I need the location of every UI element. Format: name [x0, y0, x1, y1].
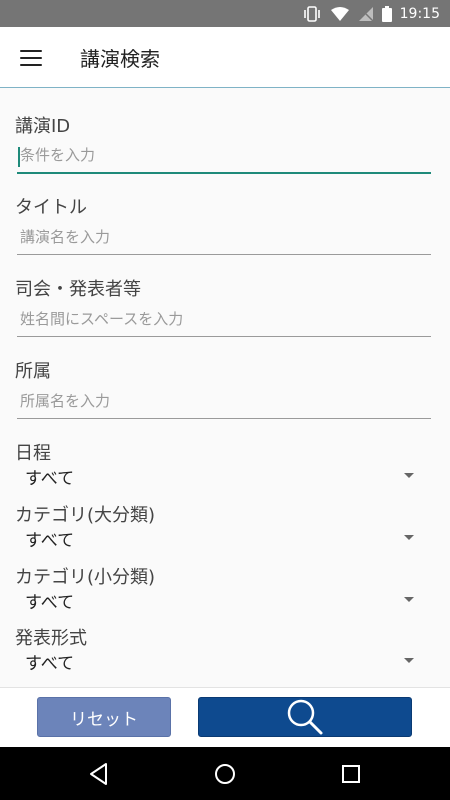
presenter-input[interactable] [17, 303, 431, 337]
presentation-format-select[interactable]: すべて [15, 647, 420, 675]
dropdown-arrow-icon [404, 658, 414, 663]
presentation-format-selected-value: すべて [25, 654, 75, 674]
back-icon[interactable] [86, 761, 112, 787]
status-time: 19:15 [399, 5, 440, 22]
search-button[interactable] [198, 697, 412, 737]
dropdown-arrow-icon [404, 535, 414, 540]
wifi-icon [330, 6, 349, 21]
dropdown-arrow-icon [404, 597, 414, 602]
search-icon [287, 699, 323, 735]
hamburger-menu-icon[interactable] [18, 45, 44, 71]
category-minor-select[interactable]: すべて [15, 586, 420, 614]
lecture-id-label: 講演ID [15, 116, 71, 137]
text-caret [18, 147, 20, 167]
app-bar: 講演検索 [0, 27, 450, 88]
navigation-bar [0, 747, 450, 800]
battery-icon [381, 5, 392, 22]
category-minor-selected-value: すべて [25, 593, 75, 613]
title-input[interactable] [17, 221, 431, 255]
category-major-select[interactable]: すべて [15, 524, 420, 552]
title-label: タイトル [15, 197, 87, 218]
reset-button-label: リセット [70, 709, 138, 730]
affiliation-input[interactable] [17, 385, 431, 419]
page-title: 講演検索 [80, 47, 160, 71]
dropdown-arrow-icon [404, 473, 414, 478]
vibrate-icon [303, 5, 320, 22]
action-bar: リセット [0, 687, 450, 748]
category-major-selected-value: すべて [25, 531, 75, 551]
status-bar: 19:15 [0, 0, 450, 27]
home-icon[interactable] [212, 761, 238, 787]
reset-button[interactable]: リセット [37, 697, 171, 737]
schedule-select[interactable]: すべて [15, 462, 420, 490]
recents-icon[interactable] [338, 761, 364, 787]
no-signal-icon [358, 6, 374, 22]
lecture-id-input[interactable] [17, 140, 431, 174]
presenter-label: 司会・発表者等 [15, 279, 141, 300]
schedule-selected-value: すべて [25, 469, 75, 489]
affiliation-label: 所属 [15, 361, 51, 382]
